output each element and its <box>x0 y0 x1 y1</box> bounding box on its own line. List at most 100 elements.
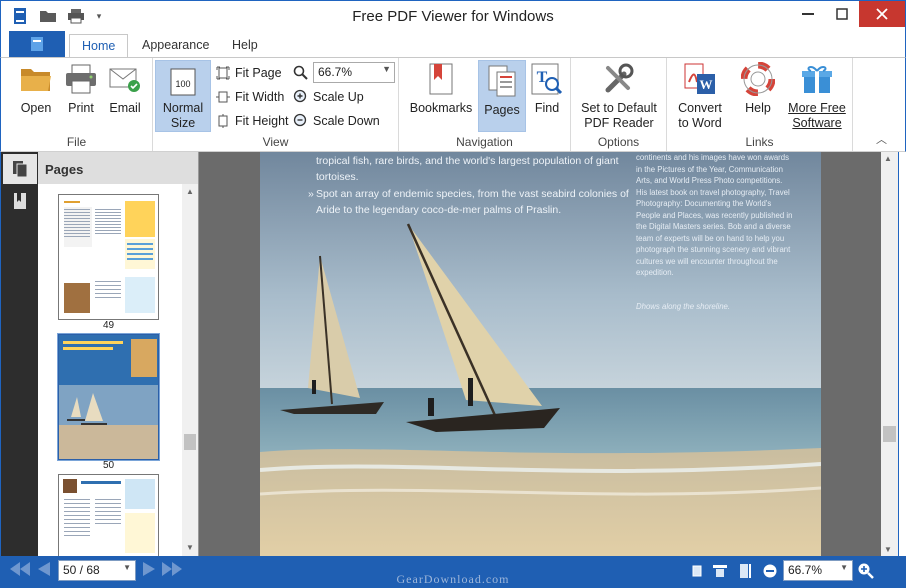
fit-width-status-icon[interactable] <box>711 562 729 580</box>
collapse-ribbon-icon[interactable]: ︿ <box>876 131 887 147</box>
fit-height-status-icon[interactable] <box>735 562 753 580</box>
zoom-out-icon <box>293 113 309 129</box>
find-button[interactable]: T Find <box>527 61 567 116</box>
side-line: continents and his images have won award… <box>636 153 789 162</box>
side-column: continents and his images have won award… <box>636 152 806 312</box>
help-label: Help <box>745 101 771 115</box>
fit-height-icon <box>215 113 231 129</box>
fit-page-button[interactable]: Fit Page <box>215 63 282 83</box>
photo-caption: Dhows along the shoreline. <box>636 301 731 311</box>
scale-down-label: Scale Down <box>313 114 380 128</box>
fit-width-icon <box>215 89 231 105</box>
pages-icon <box>484 63 520 99</box>
more-free-software-button[interactable]: More Free Software <box>785 61 849 131</box>
zoom-in-status-icon[interactable] <box>857 562 875 580</box>
scroll-up-icon[interactable]: ▲ <box>884 154 892 163</box>
scroll-down-icon[interactable]: ▼ <box>884 545 892 554</box>
fit-page-icon <box>215 65 231 81</box>
fit-page-status-icon[interactable] <box>688 562 706 580</box>
tab-help[interactable]: Help <box>220 34 270 57</box>
chevron-down-icon: ▼ <box>840 563 848 572</box>
bookmarks-panel-toggle[interactable] <box>3 186 37 216</box>
scale-down-button[interactable]: Scale Down <box>293 111 380 131</box>
close-icon[interactable] <box>859 1 905 27</box>
printer-icon <box>63 61 99 97</box>
pages-panel-icon <box>13 161 28 178</box>
tools-icon <box>601 61 637 97</box>
thumbnail-page[interactable] <box>58 474 159 556</box>
pages-button[interactable]: Pages <box>478 60 526 132</box>
zoom-out-status-icon[interactable] <box>761 562 779 580</box>
gift-icon <box>799 61 835 97</box>
email-button[interactable]: Email <box>101 61 149 116</box>
thumbnail-page-number: 49 <box>102 320 115 331</box>
pages-panel-toggle[interactable] <box>3 154 37 184</box>
pages-panel: Pages 49 50 ▲ ▼ <box>38 152 199 556</box>
print-button[interactable]: Print <box>57 61 105 116</box>
set-default-label-1: Set to Default <box>581 101 657 115</box>
minimize-icon[interactable] <box>791 1 825 27</box>
side-line: Arts, and World Press Photo competitions… <box>636 176 783 185</box>
fit-width-button[interactable]: Fit Width <box>215 87 284 107</box>
thumbnail-page-selected[interactable] <box>58 334 159 460</box>
thumbnail-list: 49 50 <box>38 184 182 556</box>
print-label: Print <box>68 101 94 115</box>
tab-home[interactable]: Home <box>69 34 129 58</box>
bookmarks-button[interactable]: Bookmarks <box>409 61 473 116</box>
zoom-in-icon <box>293 89 309 105</box>
bullet-text-1b: tortoises. <box>316 171 359 183</box>
help-button[interactable]: Help <box>733 61 783 116</box>
side-line: His latest book on travel photography, T… <box>636 187 790 197</box>
pages-label: Pages <box>484 103 520 117</box>
side-line: expedition. <box>636 268 674 277</box>
zoom-value: 66.7% <box>318 65 353 79</box>
file-group-label: File <box>66 135 87 149</box>
window-controls <box>791 1 905 27</box>
status-bar: 50 / 68 ▼ GearDownload.com 66.7% ▼ <box>0 556 906 588</box>
normal-size-label-1: Normal <box>162 101 204 115</box>
document-view[interactable]: tropical fish, rare birds, and the world… <box>199 152 881 556</box>
convert-to-word-icon: W <box>682 61 718 97</box>
email-label: Email <box>109 101 141 115</box>
zoom-status-combobox[interactable]: 66.7% ▼ <box>783 560 853 581</box>
tab-appearance[interactable]: Appearance <box>130 34 221 57</box>
navigation-group: Bookmarks Pages T Find Navigation <box>399 58 571 151</box>
convert-to-word-button[interactable]: W Convert to Word <box>671 61 729 131</box>
side-line: People and Places, was recently publishe… <box>636 210 793 220</box>
convert-label-1: Convert <box>678 101 722 115</box>
side-panel-strip <box>0 152 38 556</box>
document-scrollbar[interactable]: ▲ ▼ <box>881 152 899 556</box>
zoom-combobox[interactable]: 66.7% ▼ <box>313 62 395 83</box>
view-group: 100 Normal Size Fit Page Fit Width Fit H… <box>153 58 399 151</box>
side-line: Photography: Documenting the World's <box>636 199 772 208</box>
set-default-reader-button[interactable]: Set to Default PDF Reader <box>575 61 663 131</box>
normal-size-button[interactable]: 100 Normal Size <box>155 60 211 132</box>
side-line: in the Pictures of the Year, Communicati… <box>636 164 783 174</box>
fit-height-button[interactable]: Fit Height <box>215 111 289 131</box>
side-line: the Digital Masters series. Bob and a di… <box>636 222 791 231</box>
application-menu-button[interactable] <box>9 31 65 57</box>
fit-height-label: Fit Height <box>235 114 289 128</box>
thumbnail-scrollbar[interactable]: ▲ ▼ <box>182 184 198 556</box>
open-button[interactable]: Open <box>11 61 61 116</box>
envelope-icon <box>107 61 143 97</box>
convert-label-2: to Word <box>678 116 722 130</box>
options-group: Set to Default PDF Reader Options <box>571 58 667 151</box>
normal-size-label-2: Size <box>170 116 196 130</box>
svg-text:W: W <box>700 77 713 92</box>
links-group: W Convert to Word Help More Free Softwar… <box>667 58 853 151</box>
bookmarks-icon <box>423 61 459 97</box>
scroll-down-icon[interactable]: ▼ <box>182 540 198 556</box>
navigation-group-label: Navigation <box>456 135 513 149</box>
scrollbar-thumb[interactable] <box>883 426 896 442</box>
thumbnail-page[interactable] <box>58 194 159 320</box>
scroll-up-icon[interactable]: ▲ <box>182 184 198 200</box>
folder-icon <box>18 61 54 97</box>
maximize-icon[interactable] <box>825 1 859 27</box>
scrollbar-thumb[interactable] <box>184 434 196 450</box>
find-text-icon: T <box>529 61 565 97</box>
scale-up-button[interactable]: Scale Up <box>293 87 364 107</box>
open-label: Open <box>20 101 52 115</box>
bullet-text-2b: Aride to the legendary coco-de-mer palms… <box>316 204 562 216</box>
zoom-status-value: 66.7% <box>788 563 823 577</box>
